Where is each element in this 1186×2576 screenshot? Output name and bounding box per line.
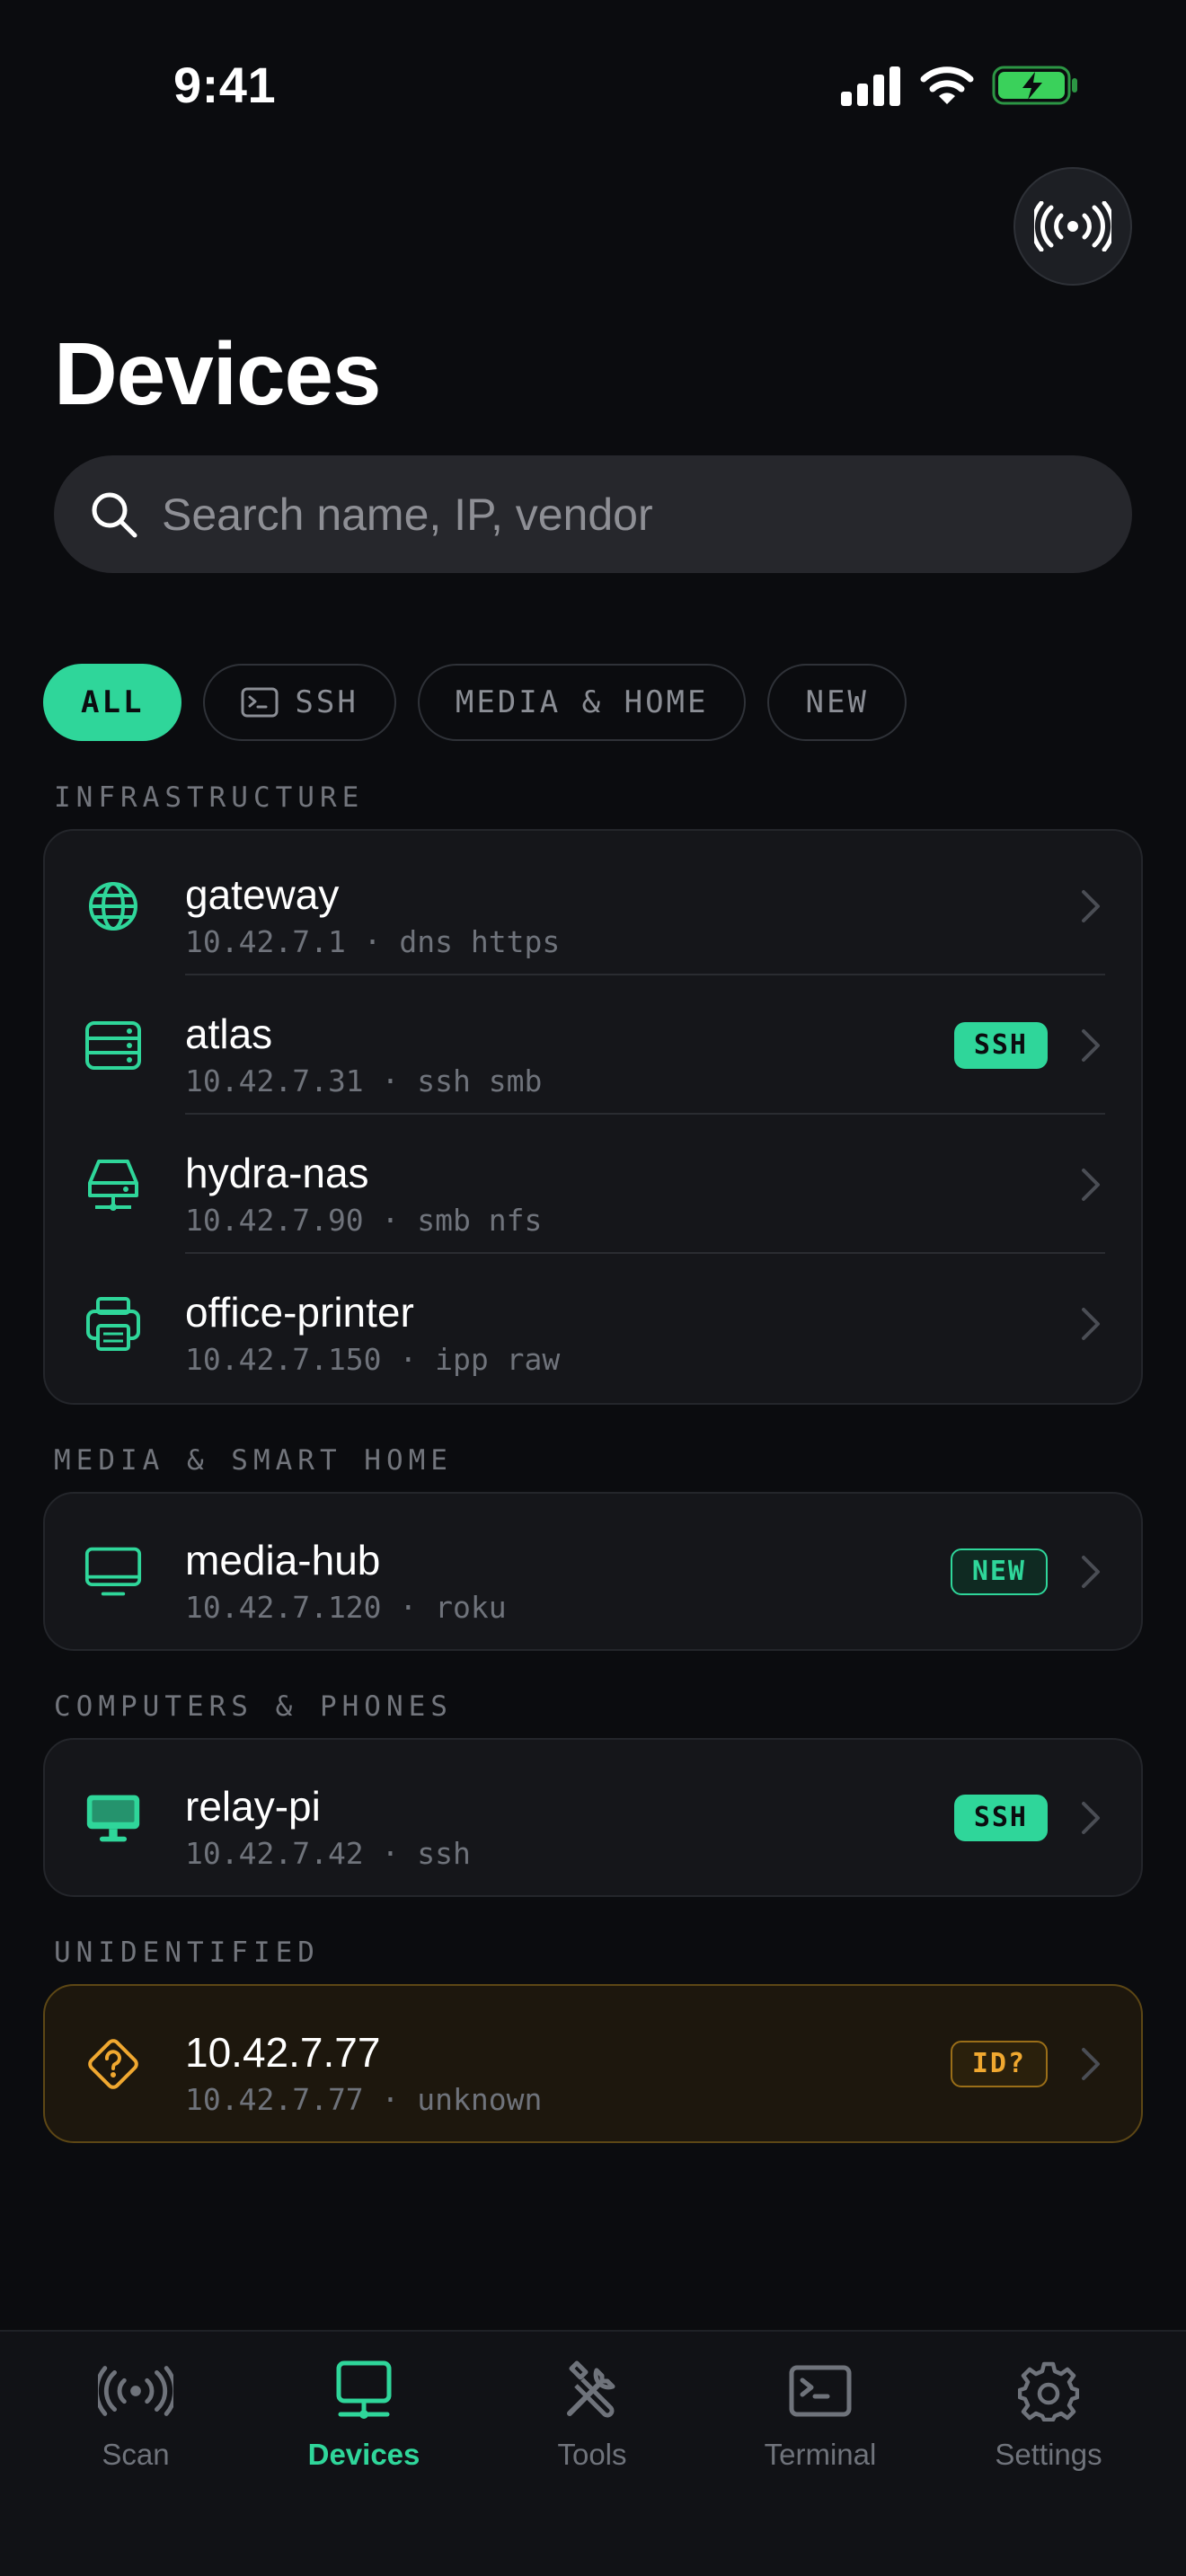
device-row-atlas[interactable]: atlas 10.42.7.31 · ssh smb SSH	[45, 975, 1141, 1115]
tab-label: Tools	[557, 2438, 627, 2471]
tv-icon	[84, 1543, 142, 1601]
device-meta: 10.42.7.31 · ssh smb	[185, 1063, 543, 1098]
new-badge: NEW	[950, 1548, 1048, 1595]
server-icon	[84, 1017, 142, 1074]
tab-settings[interactable]: Settings	[959, 2357, 1138, 2472]
question-diamond-icon	[84, 2035, 142, 2093]
device-row-hydra-nas[interactable]: hydra-nas 10.42.7.90 · smb nfs	[45, 1115, 1141, 1254]
device-meta: 10.42.7.42 · ssh	[185, 1836, 471, 1871]
device-meta: 10.42.7.120 · roku	[185, 1590, 507, 1625]
device-name: atlas	[185, 1010, 273, 1057]
chevron-right-icon	[1082, 1555, 1100, 1588]
device-group-unidentified: 10.42.7.77 10.42.7.77 · unknown ID?	[43, 1984, 1143, 2143]
status-bar: 9:41	[0, 0, 1186, 171]
device-row-media-hub[interactable]: media-hub 10.42.7.120 · roku NEW	[45, 1502, 1141, 1641]
filter-chip-new[interactable]: NEW	[767, 664, 907, 741]
device-meta: 10.42.7.90 · smb nfs	[185, 1203, 543, 1238]
search-input[interactable]	[162, 488, 1060, 541]
identify-badge: ID?	[950, 2040, 1048, 2087]
desktop-icon	[84, 1789, 142, 1847]
tab-scan[interactable]: Scan	[46, 2357, 226, 2472]
tab-bar: Scan Devices Tools Terminal Settings	[0, 2330, 1186, 2576]
chevron-right-icon	[1082, 1028, 1100, 1062]
section-label-computers-phones: COMPUTERS & PHONES	[54, 1690, 453, 1723]
filter-chip-label: ALL	[81, 684, 145, 720]
search-icon	[92, 492, 137, 537]
section-label-media-smart-home: MEDIA & SMART HOME	[54, 1444, 453, 1477]
broadcast-icon	[98, 2357, 173, 2425]
ssh-badge: SSH	[953, 1021, 1048, 1069]
device-row-office-printer[interactable]: office-printer 10.42.7.150 · ipp raw	[45, 1254, 1141, 1393]
chevron-right-icon	[1082, 1801, 1100, 1834]
gear-icon	[1011, 2357, 1086, 2425]
device-name: gateway	[185, 871, 340, 918]
battery-charging-icon	[992, 66, 1077, 105]
device-name: media-hub	[185, 1537, 381, 1584]
filter-chip-label: MEDIA & HOME	[455, 684, 709, 720]
filter-chip-label: NEW	[805, 684, 869, 720]
device-name: relay-pi	[185, 1783, 321, 1830]
devices-icon	[326, 2357, 402, 2425]
tab-label: Devices	[307, 2438, 420, 2471]
status-time: 9:41	[173, 57, 277, 113]
wifi-icon	[920, 66, 974, 104]
ssh-badge: SSH	[953, 1794, 1048, 1841]
device-meta: 10.42.7.77 · unknown	[185, 2082, 543, 2117]
filter-chip-label: SSH	[295, 684, 358, 720]
chevron-right-icon	[1082, 1168, 1100, 1201]
terminal-icon	[241, 687, 279, 718]
tab-terminal[interactable]: Terminal	[730, 2357, 910, 2472]
device-group-infrastructure: gateway 10.42.7.1 · dns https atlas 10.4…	[43, 829, 1143, 1405]
filter-chip-media-home[interactable]: MEDIA & HOME	[417, 664, 747, 741]
chevron-right-icon	[1082, 2047, 1100, 2080]
page-title: Devices	[54, 324, 382, 423]
device-meta: 10.42.7.150 · ipp raw	[185, 1342, 561, 1377]
tab-label: Terminal	[764, 2438, 877, 2471]
search-bar[interactable]	[54, 455, 1132, 573]
device-meta: 10.42.7.1 · dns https	[185, 924, 561, 959]
filter-chip-ssh[interactable]: SSH	[203, 664, 396, 741]
device-name: office-printer	[185, 1289, 414, 1336]
tools-icon	[554, 2357, 630, 2425]
device-group-computers-phones: relay-pi 10.42.7.42 · ssh SSH	[43, 1738, 1143, 1897]
globe-icon	[84, 878, 142, 935]
tab-devices[interactable]: Devices	[274, 2357, 454, 2472]
chevron-right-icon	[1082, 889, 1100, 922]
tab-label: Scan	[102, 2438, 170, 2471]
device-name: hydra-nas	[185, 1150, 369, 1196]
device-row-unidentified[interactable]: 10.42.7.77 10.42.7.77 · unknown ID?	[45, 1994, 1141, 2133]
section-label-unidentified: UNIDENTIFIED	[54, 1936, 320, 1969]
device-row-gateway[interactable]: gateway 10.42.7.1 · dns https	[45, 836, 1141, 975]
chevron-right-icon	[1082, 1307, 1100, 1340]
terminal-icon	[783, 2357, 858, 2425]
tab-tools[interactable]: Tools	[502, 2357, 682, 2472]
printer-icon	[84, 1295, 142, 1353]
scan-broadcast-button[interactable]	[1013, 167, 1132, 286]
device-group-media-smart-home: media-hub 10.42.7.120 · roku NEW	[43, 1492, 1143, 1651]
filter-chip-all[interactable]: ALL	[43, 664, 182, 741]
filter-chips: ALL SSH MEDIA & HOME NEW	[43, 664, 907, 741]
cellular-signal-icon	[841, 66, 900, 106]
broadcast-icon	[1034, 201, 1111, 251]
tab-label: Settings	[995, 2438, 1102, 2471]
nas-drive-icon	[84, 1156, 142, 1213]
device-row-relay-pi[interactable]: relay-pi 10.42.7.42 · ssh SSH	[45, 1748, 1141, 1887]
device-name: 10.42.7.77	[185, 2029, 381, 2076]
section-label-infrastructure: INFRASTRUCTURE	[54, 781, 365, 814]
